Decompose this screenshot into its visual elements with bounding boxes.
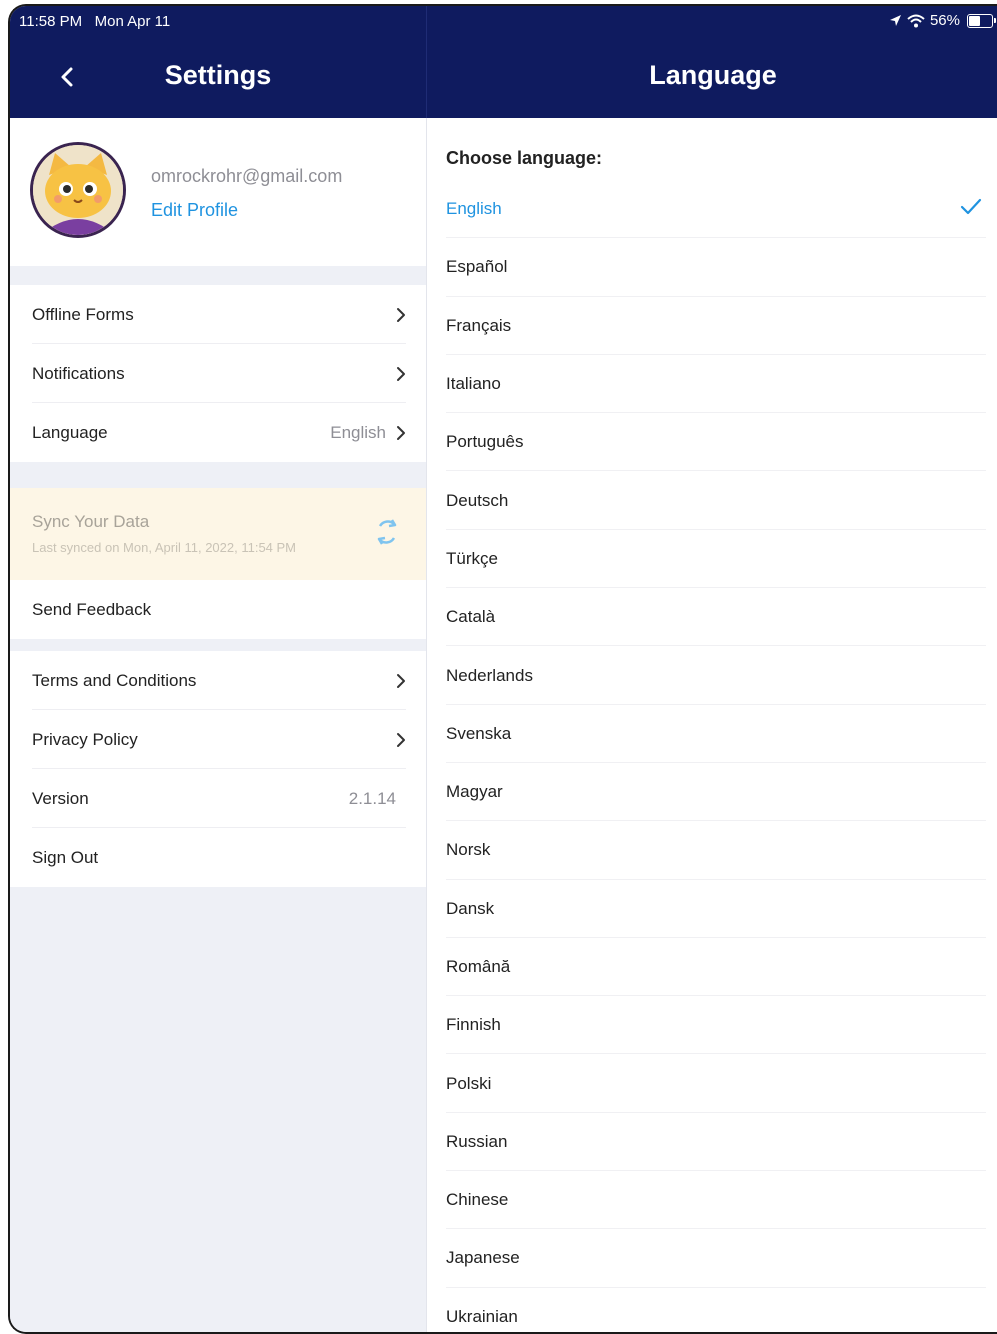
- language-option[interactable]: Ukrainian: [446, 1288, 986, 1332]
- navigation-bar: 11:58 PM Mon Apr 11 56% Settings Languag…: [10, 6, 997, 118]
- language-option-label: Português: [446, 432, 524, 452]
- battery-fill: [969, 15, 980, 26]
- settings-row-version[interactable]: Version 2.1.14: [10, 769, 426, 828]
- language-option[interactable]: Magyar: [446, 763, 986, 822]
- send-feedback-row[interactable]: Send Feedback: [10, 580, 426, 639]
- location-arrow-icon: [889, 15, 901, 26]
- chevron-right-icon: [397, 425, 405, 440]
- language-option[interactable]: Polski: [446, 1054, 986, 1113]
- status-time: 11:58 PM: [19, 13, 83, 30]
- chevron-right-icon: [397, 673, 405, 688]
- settings-row-offline-forms[interactable]: Offline Forms: [10, 285, 426, 344]
- language-option[interactable]: Română: [446, 938, 986, 997]
- language-option-label: Nederlands: [446, 665, 533, 685]
- language-option-label: Magyar: [446, 782, 503, 802]
- battery-percent: 56%: [929, 12, 960, 29]
- language-option[interactable]: Svenska: [446, 705, 986, 763]
- device-frame: 11:58 PM Mon Apr 11 56% Settings Languag…: [8, 4, 997, 1334]
- language-option[interactable]: Russian: [446, 1113, 986, 1172]
- language-option[interactable]: Dansk: [446, 880, 986, 938]
- language-option[interactable]: Chinese: [446, 1171, 986, 1230]
- feedback-group: Send Feedback: [10, 580, 426, 639]
- language-option-label: Polski: [446, 1073, 492, 1093]
- language-option[interactable]: Finnish: [446, 996, 986, 1055]
- language-option-label: Chinese: [446, 1190, 509, 1210]
- profile-card: omrockrohr@gmail.com Edit Profile: [10, 118, 426, 266]
- profile-email: omrockrohr@gmail.com: [151, 166, 343, 186]
- settings-group-legal: Terms and Conditions Privacy Policy Versio…: [10, 651, 426, 887]
- row-label: Version: [32, 788, 89, 808]
- settings-panel: omrockrohr@gmail.com Edit Profile Offlin…: [10, 118, 426, 1332]
- send-feedback-label: Send Feedback: [32, 599, 152, 619]
- sync-title: Sync Your Data: [32, 512, 150, 531]
- language-option[interactable]: Français: [446, 297, 986, 355]
- language-option-label: English: [446, 199, 502, 219]
- language-option-label: Français: [446, 315, 512, 335]
- language-list: English Español Français Italiano Português D…: [446, 180, 986, 1332]
- chevron-right-icon: [397, 366, 405, 381]
- chevron-right-icon: [397, 307, 405, 322]
- settings-title: Settings: [164, 60, 272, 90]
- language-option[interactable]: Català: [446, 588, 986, 647]
- status-date: Mon Apr 11: [94, 13, 171, 30]
- language-option-label: Svenska: [446, 723, 512, 743]
- settings-group-main: Offline Forms Notifications Language Englis…: [10, 285, 426, 462]
- row-label: Offline Forms: [32, 304, 134, 324]
- language-option-label: Català: [446, 607, 496, 627]
- language-option[interactable]: Italiano: [446, 355, 986, 414]
- choose-language-heading: Choose language:: [446, 148, 603, 168]
- row-label: Terms and Conditions: [32, 670, 197, 690]
- wifi-icon: [907, 14, 925, 27]
- chevron-right-icon: [397, 732, 405, 747]
- checkmark-icon: [960, 198, 982, 215]
- language-option-label: Norsk: [446, 840, 491, 860]
- language-option-label: Italiano: [446, 374, 501, 394]
- language-option-label: Română: [446, 957, 511, 976]
- language-option-label: Deutsch: [446, 490, 509, 510]
- sync-data-row[interactable]: Sync Your Data Last synced on Mon, April…: [10, 488, 426, 580]
- cat-avatar-icon: [33, 145, 123, 235]
- row-label: Sign Out: [32, 847, 99, 867]
- language-option[interactable]: Nederlands: [446, 646, 986, 705]
- status-time-date: 11:58 PM Mon Apr 11: [19, 13, 170, 30]
- language-option-label: Dansk: [446, 898, 495, 918]
- settings-row-privacy-policy[interactable]: Privacy Policy: [10, 710, 426, 769]
- row-label: Notifications: [32, 363, 125, 383]
- language-option-label: Russian: [446, 1131, 508, 1151]
- language-panel: Choose language: English Español Français I…: [427, 118, 997, 1332]
- language-option[interactable]: Türkçe: [446, 530, 986, 589]
- avatar[interactable]: [30, 142, 126, 238]
- settings-row-terms-and-conditions[interactable]: Terms and Conditions: [10, 651, 426, 710]
- language-option[interactable]: Español: [446, 238, 986, 297]
- row-label: Language: [32, 422, 108, 442]
- sync-subtitle: Last synced on Mon, April 11, 2022, 11:5…: [32, 540, 297, 555]
- language-option[interactable]: Deutsch: [446, 471, 986, 530]
- language-option-label: Japanese: [446, 1248, 520, 1268]
- status-indicators: 56%: [889, 12, 996, 29]
- language-title: Language: [649, 60, 777, 90]
- settings-row-language[interactable]: Language English: [10, 403, 426, 462]
- row-value: English: [330, 422, 386, 442]
- edit-profile-link[interactable]: Edit Profile: [151, 200, 238, 221]
- settings-row-sign-out[interactable]: Sign Out: [10, 828, 426, 887]
- row-label: Privacy Policy: [32, 729, 138, 749]
- row-value: 2.1.14: [348, 788, 396, 808]
- language-option[interactable]: Português: [446, 413, 986, 472]
- language-option[interactable]: Norsk: [446, 821, 986, 880]
- language-option[interactable]: Japanese: [446, 1229, 986, 1288]
- battery-tip: [994, 17, 996, 23]
- language-option-label: Finnish: [446, 1015, 501, 1035]
- battery-icon: [967, 13, 996, 28]
- settings-row-notifications[interactable]: Notifications: [10, 344, 426, 403]
- language-option-label: Türkçe: [446, 548, 498, 568]
- language-option-label: Ukrainian: [446, 1306, 518, 1326]
- language-option[interactable]: English: [446, 180, 986, 239]
- language-option-label: Español: [446, 257, 508, 277]
- sync-icon: [377, 519, 397, 545]
